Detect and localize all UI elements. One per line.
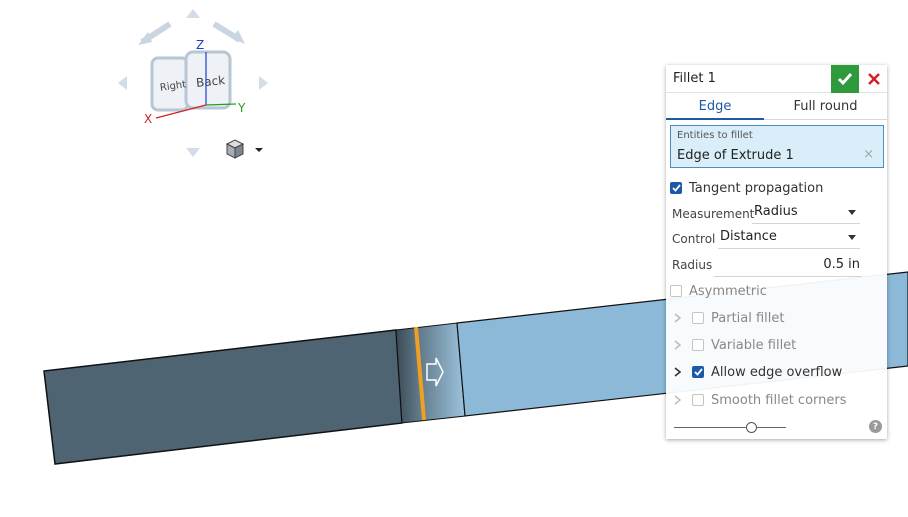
clear-selection-icon[interactable]: × — [863, 147, 874, 162]
smooth-fillet-corners-checkbox[interactable] — [692, 394, 704, 406]
pan-right-icon — [259, 76, 268, 90]
measurement-select[interactable]: Radius — [752, 202, 860, 224]
slider-thumb[interactable] — [746, 422, 757, 433]
tab-full-round[interactable]: Full round — [764, 94, 887, 120]
expand-smooth-fillet-corners-icon[interactable] — [672, 393, 682, 407]
measurement-label: Measurement — [672, 207, 755, 221]
view-mode-dropdown[interactable] — [224, 139, 266, 161]
radius-input[interactable]: 0.5 in — [714, 255, 862, 277]
fillet-dialog: Fillet 1 Edge Full round Entities to fil… — [666, 65, 887, 439]
asymmetric-label: Asymmetric — [689, 283, 767, 299]
close-icon — [868, 73, 880, 85]
axis-x-label: X — [144, 112, 152, 126]
entities-selection-field[interactable]: Entities to fillet Edge of Extrude 1 × — [670, 125, 884, 168]
tangent-propagation-row: Tangent propagation — [670, 179, 823, 197]
fillet-type-tabs: Edge Full round — [666, 94, 887, 120]
control-label: Control — [672, 232, 716, 246]
expand-variable-fillet-icon[interactable] — [672, 338, 682, 352]
pan-down-icon — [186, 148, 200, 157]
allow-edge-overflow-checkbox[interactable] — [692, 366, 704, 378]
chevron-down-icon — [848, 235, 856, 240]
expand-allow-edge-overflow-icon[interactable] — [672, 365, 682, 379]
checkmark-icon — [837, 73, 853, 86]
pan-up-icon — [186, 9, 200, 18]
entities-label: Entities to fillet — [677, 130, 753, 141]
expand-partial-fillet-icon[interactable] — [672, 311, 682, 325]
control-select[interactable]: Distance — [718, 227, 860, 249]
partial-fillet-row: Partial fillet — [692, 309, 785, 327]
slider-track — [674, 427, 786, 428]
check-icon — [693, 368, 703, 376]
variable-fillet-label: Variable fillet — [711, 337, 797, 353]
dialog-header: Fillet 1 — [666, 65, 887, 93]
help-icon[interactable]: ? — [869, 420, 882, 433]
check-icon — [671, 184, 681, 192]
variable-fillet-checkbox[interactable] — [692, 339, 704, 351]
axis-z-label: Z — [196, 38, 204, 52]
tab-edge[interactable]: Edge — [666, 94, 764, 120]
preview-slider[interactable] — [674, 421, 786, 435]
cube-view-icon — [225, 139, 245, 159]
asymmetric-checkbox[interactable] — [670, 285, 682, 297]
radius-value: 0.5 in — [823, 257, 860, 272]
tangent-propagation-label: Tangent propagation — [689, 180, 824, 196]
smooth-fillet-corners-row: Smooth fillet corners — [692, 391, 847, 409]
allow-edge-overflow-label: Allow edge overflow — [711, 364, 843, 380]
radius-label: Radius — [672, 258, 713, 272]
viewcube-widget[interactable]: Right Back Z X Y — [118, 9, 268, 157]
measurement-value: Radius — [754, 204, 798, 219]
smooth-fillet-corners-label: Smooth fillet corners — [711, 392, 847, 408]
view-cube[interactable]: Right Back — [150, 50, 232, 112]
asymmetric-row: Asymmetric — [670, 282, 767, 300]
entities-value: Edge of Extrude 1 — [677, 148, 794, 163]
pan-left-icon — [118, 76, 127, 90]
axis-y-label: Y — [237, 101, 246, 115]
partial-fillet-label: Partial fillet — [711, 310, 785, 326]
fillet-preview-face[interactable] — [395, 322, 466, 424]
chevron-down-icon — [848, 210, 856, 215]
partial-fillet-checkbox[interactable] — [692, 312, 704, 324]
part-face-dark[interactable] — [43, 329, 403, 465]
dialog-title: Fillet 1 — [673, 71, 716, 86]
variable-fillet-row: Variable fillet — [692, 336, 796, 354]
tangent-propagation-checkbox[interactable] — [670, 182, 682, 194]
cancel-button[interactable] — [862, 65, 886, 93]
control-value: Distance — [720, 229, 777, 244]
accept-button[interactable] — [831, 65, 859, 93]
allow-edge-overflow-row: Allow edge overflow — [692, 363, 842, 381]
chevron-down-icon — [255, 148, 263, 152]
